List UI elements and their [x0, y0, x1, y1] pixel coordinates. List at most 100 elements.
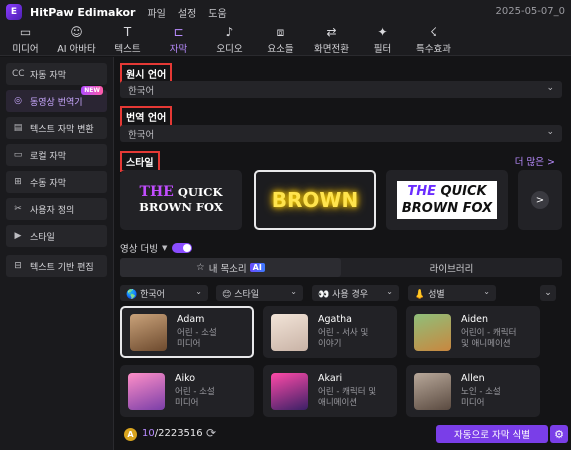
tab-label: 라이브러리 [429, 263, 474, 275]
voice-card-allen[interactable]: Allen 노인 - 소설 미디어 [406, 365, 540, 417]
voice-name: Adam [177, 314, 205, 325]
voice-description: 어린 - 캐릭터 및 애니메이션 [318, 387, 377, 408]
select-value: 한국어 [128, 85, 155, 97]
voice-card-aiko[interactable]: Aiko 어린 - 소설 미디어 [120, 365, 254, 417]
filter-label: 👃 성별 [414, 289, 445, 300]
sidebar-item-local-subtitle[interactable]: ▭ 로컬 자막 [6, 144, 107, 166]
star-icon: ☆ [196, 262, 205, 273]
sidebar-item-text-based-edit[interactable]: ⊟ 텍스트 기반 편집 [6, 255, 107, 277]
main-toolbar: ▭ 미디어 ☺ AI 아바타 T 텍스트 ⊏ 자막 ♪ 오디오 ⧈ 요소들 ⇄ 화면전환 ✦ 필… [0, 24, 571, 56]
more-styles-link[interactable]: 더 많은 > [515, 154, 555, 168]
sidebar-item-auto-subtitle[interactable]: CC 자동 자막 [6, 63, 107, 85]
style-preview: THE QUICK BROWN FOX [396, 181, 498, 219]
sidebar-item-label: 수동 자막 [30, 178, 66, 189]
voice-description: 어린이 - 캐릭터 및 애니메이션 [461, 328, 517, 349]
caret-right-icon: ▶ [14, 231, 22, 241]
gender-filter[interactable]: 👃 성별 ⌄ [408, 285, 496, 301]
translate-icon: ◎ [14, 96, 22, 106]
sidebar-item-text-to-subtitle[interactable]: ▤ 텍스트 자막 변환 [6, 117, 107, 139]
target-language-select[interactable]: 한국어 ⌄ [120, 125, 562, 142]
text-edit-icon: ⊟ [14, 261, 22, 271]
avatar [414, 313, 451, 351]
tool-label: 화면전환 [314, 43, 349, 55]
chevron-down-icon: ⌄ [546, 83, 554, 93]
tool-label: 필터 [373, 43, 392, 55]
sidebar-item-label: 텍스트 기반 편집 [30, 262, 94, 273]
sidebar-item-label: 스타일 [30, 232, 55, 243]
caret-down-icon[interactable]: ▼ [162, 244, 167, 252]
subtitle-sidebar: CC 자동 자막 ◎ 동영상 번역기 NEW ▤ 텍스트 자막 변환 ▭ 로컬 자막 ⊞ 수… [0, 57, 114, 450]
tool-media[interactable]: ▭ 미디어 [0, 24, 51, 56]
title-bar: E HitPaw Edimakor 파일 설정 도움 2025-05-07_0 [0, 0, 571, 24]
cc-icon: CC [12, 69, 25, 79]
style-card-purple-serif[interactable]: THE QUICK BROWN FOX [120, 170, 242, 230]
dubbing-label: 영상 더빙 [120, 244, 158, 255]
style-label: 스타일 [120, 151, 160, 172]
style-filter[interactable]: 😊 스타일 ⌄ [216, 285, 303, 301]
menu-settings[interactable]: 설정 [178, 5, 196, 20]
app-logo-icon: E [6, 4, 22, 20]
voice-description: 어린 - 소설 미디어 [177, 328, 217, 349]
menu-file[interactable]: 파일 [147, 5, 165, 20]
tool-text[interactable]: T 텍스트 [102, 24, 153, 56]
sidebar-item-manual-subtitle[interactable]: ⊞ 수동 자막 [6, 171, 107, 193]
sidebar-item-style[interactable]: ▶ 스타일 [6, 225, 107, 247]
tool-effects[interactable]: ☇ 특수효과 [408, 24, 459, 56]
tool-elements[interactable]: ⧈ 요소들 [255, 24, 306, 56]
translator-panel: 원시 언어 한국어 ⌄ 번역 언어 한국어 ⌄ 스타일 더 많은 > THE QUI… [114, 57, 571, 450]
tab-library[interactable]: 라이브러리 [341, 258, 562, 277]
voice-card-adam[interactable]: Adam 어린 - 소설 미디어 [120, 306, 254, 358]
chevron-down-icon: ⌄ [290, 287, 297, 296]
voice-name: Akari [318, 373, 343, 384]
tool-label: 특수효과 [416, 43, 451, 55]
tool-ai-avatar[interactable]: ☺ AI 아바타 [51, 24, 102, 56]
video-dubbing-row: 영상 더빙 ▼ [120, 241, 193, 255]
style-preview: BROWN [271, 188, 359, 212]
transition-icon: ⇄ [326, 24, 337, 39]
tool-label: AI 아바타 [57, 43, 96, 55]
elements-icon: ⧈ [276, 24, 285, 39]
avatar [271, 313, 308, 351]
filter-icon: ✦ [377, 24, 388, 39]
sidebar-item-custom[interactable]: ✂ 사용자 정의 [6, 198, 107, 220]
style-card-boxed[interactable]: THE QUICK BROWN FOX [386, 170, 508, 230]
sidebar-item-label: 사용자 정의 [30, 205, 75, 216]
tab-my-voice[interactable]: ☆ 내 목소리 AI [120, 258, 341, 277]
voice-name: Agatha [318, 314, 352, 325]
avatar [414, 372, 451, 410]
gear-icon[interactable]: ⚙ [550, 425, 568, 443]
dubbing-toggle[interactable] [172, 243, 193, 253]
source-language-select[interactable]: 한국어 ⌄ [120, 81, 562, 98]
tool-label: 자막 [169, 43, 188, 55]
tool-filter[interactable]: ✦ 필터 [357, 24, 408, 56]
more-filters-button[interactable]: ⌄ [540, 285, 556, 301]
credits-counter: 10/2223516 [142, 428, 203, 439]
media-icon: ▭ [19, 24, 32, 39]
refresh-icon[interactable]: ⟳ [206, 426, 216, 440]
next-style-button[interactable]: > [531, 191, 549, 209]
sidebar-item-video-translator[interactable]: ◎ 동영상 번역기 NEW [6, 86, 107, 112]
style-card-glow-yellow[interactable]: BROWN [254, 170, 376, 230]
voice-card-akari[interactable]: Akari 어린 - 캐릭터 및 애니메이션 [263, 365, 397, 417]
tool-subtitle[interactable]: ⊏ 자막 [153, 24, 204, 56]
tool-audio[interactable]: ♪ 오디오 [204, 24, 255, 56]
style-card-partial[interactable]: > [518, 170, 562, 230]
menu-help[interactable]: 도움 [208, 5, 226, 20]
avatar [128, 372, 165, 410]
filter-label: 👀 사용 경우 [318, 289, 369, 300]
tool-transition[interactable]: ⇄ 화면전환 [306, 24, 357, 56]
effects-icon: ☇ [430, 24, 437, 39]
app-title: HitPaw Edimakor [30, 5, 136, 19]
language-filter[interactable]: 🌎 한국어 ⌄ [120, 285, 208, 301]
tab-label: 내 목소리 [208, 263, 247, 275]
sidebar-item-label: 로컬 자막 [30, 151, 66, 162]
text-subtitle-icon: ▤ [13, 123, 23, 133]
auto-detect-subtitles-button[interactable]: 자동으로 자막 식별 [436, 425, 548, 443]
voice-card-aiden[interactable]: Aiden 어린이 - 캐릭터 및 애니메이션 [406, 306, 540, 358]
sidebar-item-label: 동영상 번역기 [30, 97, 83, 108]
voice-card-agatha[interactable]: Agatha 어린 - 서사 및 이야기 [263, 306, 397, 358]
subtitle-icon: ⊏ [173, 24, 184, 39]
filter-label: 😊 스타일 [222, 289, 260, 300]
use-case-filter[interactable]: 👀 사용 경우 ⌄ [312, 285, 399, 301]
chevron-down-icon: ⌄ [386, 287, 393, 296]
